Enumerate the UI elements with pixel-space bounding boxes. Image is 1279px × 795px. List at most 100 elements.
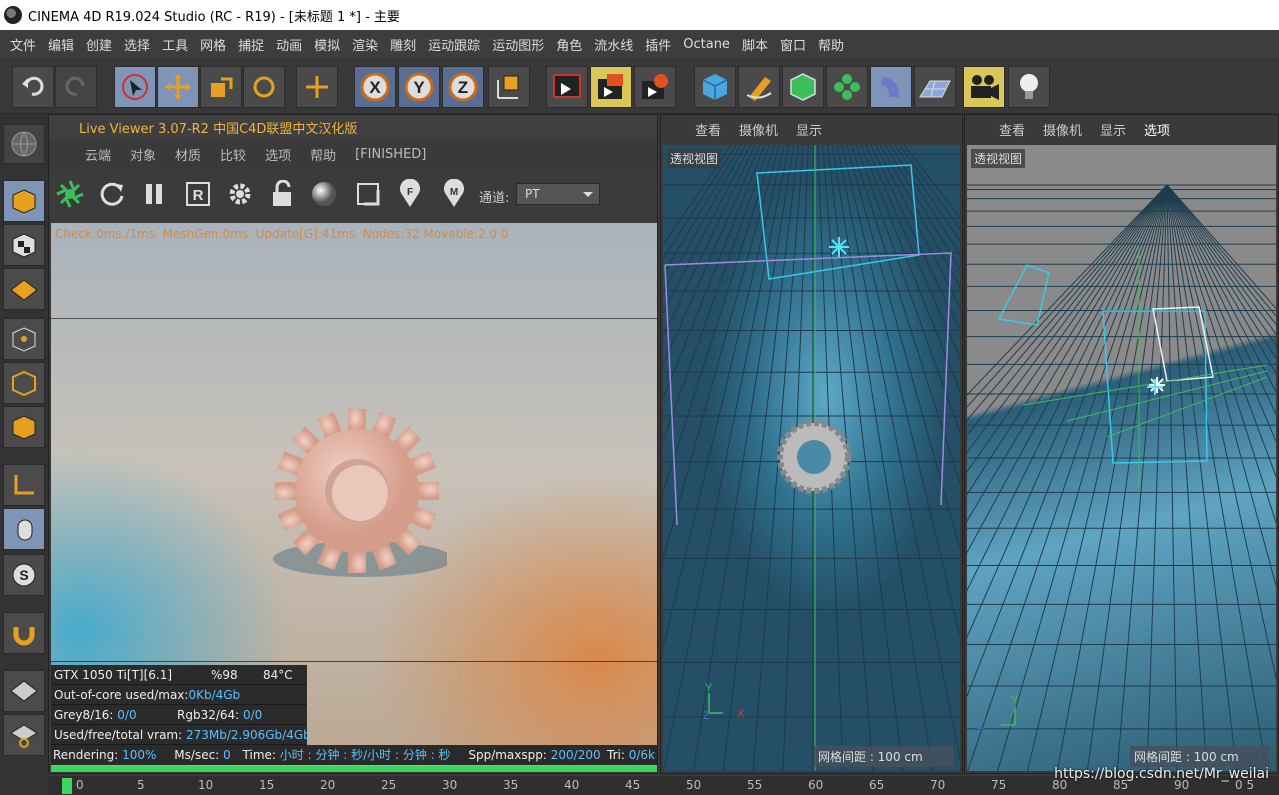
light-button[interactable] (1008, 66, 1050, 108)
tweak-mode-button[interactable] (3, 508, 45, 550)
axis-mode-button[interactable] (3, 464, 45, 506)
move-tool-button[interactable] (157, 66, 199, 108)
edges-mode-button[interactable] (3, 362, 45, 404)
polygons-mode-button[interactable] (3, 406, 45, 448)
y-axis-lock-button[interactable]: Y (398, 66, 440, 108)
model-cube-icon (12, 189, 36, 214)
clapper-render-icon (598, 74, 623, 99)
pen-spline-button[interactable] (738, 66, 780, 108)
focus-picker-button[interactable]: F (393, 177, 427, 211)
menu-edit[interactable]: 编辑 (42, 35, 80, 54)
pause-render-button[interactable] (137, 177, 171, 211)
vp-a-menu-camera[interactable]: 摄像机 (739, 120, 778, 139)
render-to-picture-viewer-button[interactable] (590, 66, 632, 108)
lv-menu-compare[interactable]: 比较 (220, 145, 246, 164)
scale-tool-button[interactable] (200, 66, 242, 108)
menu-help[interactable]: 帮助 (812, 35, 850, 54)
menu-plugins[interactable]: 插件 (639, 35, 677, 54)
vp-b-menu-camera[interactable]: 摄像机 (1043, 120, 1082, 139)
lv-menu-cloud[interactable]: 云端 (85, 145, 111, 164)
menu-simulate[interactable]: 模拟 (308, 35, 346, 54)
render-settings-button[interactable] (634, 66, 676, 108)
material-picker-button[interactable]: M (437, 177, 471, 211)
main-toolbar: X Y Z (0, 58, 1279, 114)
rgb-label: Rgb32/64: (177, 708, 240, 722)
menu-character[interactable]: 角色 (550, 35, 588, 54)
material-preview-button[interactable] (307, 177, 341, 211)
workplane-button[interactable] (3, 268, 45, 310)
menu-script[interactable]: 脚本 (736, 35, 774, 54)
cube-primitive-button[interactable] (694, 66, 736, 108)
rendering-label: Rendering: (53, 748, 119, 762)
menu-sculpt[interactable]: 雕刻 (384, 35, 422, 54)
vp-b-menu-options[interactable]: 选项 (1144, 120, 1170, 139)
channel-select[interactable]: PT (516, 183, 600, 205)
menu-render[interactable]: 渲染 (346, 35, 384, 54)
menu-snap[interactable]: 捕捉 (232, 35, 270, 54)
viewport-a-canvas[interactable]: Y X Z 透视视图 网格间距 : 100 cm (663, 145, 960, 771)
checker-cube-icon (12, 233, 36, 258)
z-axis-lock-button[interactable]: Z (442, 66, 484, 108)
frame-icon (357, 183, 380, 206)
menu-file[interactable]: 文件 (4, 35, 42, 54)
edges-cube-icon (12, 370, 36, 397)
menu-octane[interactable]: Octane (677, 37, 736, 52)
clay-mode-button[interactable] (351, 177, 385, 211)
snap-button[interactable] (3, 612, 45, 654)
camera-button[interactable] (963, 66, 1005, 108)
workplane-rotate-button[interactable] (3, 714, 45, 756)
vp-a-menu-view[interactable]: 查看 (695, 120, 721, 139)
vp-b-menu-display[interactable]: 显示 (1100, 120, 1126, 139)
lv-menu-materials[interactable]: 材质 (175, 145, 201, 164)
menu-select[interactable]: 选择 (118, 35, 156, 54)
solo-button[interactable]: S (3, 554, 45, 596)
workplane-lock-button[interactable] (3, 670, 45, 712)
subdivision-surface-button[interactable] (782, 66, 824, 108)
menu-tools[interactable]: 工具 (156, 35, 194, 54)
coordinate-system-button[interactable] (488, 66, 530, 108)
viewport-a-scene: Y X Z (663, 145, 960, 771)
lv-menu-help[interactable]: 帮助 (310, 145, 336, 164)
undo-button[interactable] (12, 66, 54, 108)
cloner-button[interactable] (826, 66, 868, 108)
region-render-button[interactable]: R (181, 177, 215, 211)
render-settings-gear-button[interactable] (223, 177, 257, 211)
menu-motion-tracker[interactable]: 运动跟踪 (422, 35, 486, 54)
grid-line (967, 184, 1168, 771)
menu-window[interactable]: 窗口 (774, 35, 812, 54)
restart-render-button[interactable] (95, 177, 129, 211)
mssec-label: Ms/sec: (174, 748, 220, 762)
region-r-icon: R (186, 182, 210, 206)
octane-start-button[interactable] (53, 177, 87, 211)
timeline-tick: 45 (625, 778, 641, 792)
lv-menu-objects[interactable]: 对象 (130, 145, 156, 164)
menu-create[interactable]: 创建 (80, 35, 118, 54)
points-mode-button[interactable] (3, 318, 45, 360)
app-globe-button[interactable] (3, 124, 45, 164)
timeline-playhead[interactable] (62, 778, 72, 794)
lv-menu-options[interactable]: 选项 (265, 145, 291, 164)
vp-b-menu-view[interactable]: 查看 (999, 120, 1025, 139)
timeline-tick: 0 (76, 778, 84, 792)
model-mode-button[interactable] (3, 180, 45, 222)
menu-mograph[interactable]: 运动图形 (486, 35, 550, 54)
texture-mode-button[interactable] (3, 224, 45, 266)
floor-button[interactable] (914, 66, 956, 108)
viewport-b-canvas[interactable]: Y Z 透视视图 网格间距 : 100 cm (967, 145, 1276, 771)
redo-button[interactable] (55, 66, 97, 108)
y-axis-icon: Y (404, 72, 434, 102)
live-selection-button[interactable] (296, 66, 338, 108)
menu-mesh[interactable]: 网格 (194, 35, 232, 54)
watermark-url: https://blog.csdn.net/Mr_weilai (1054, 766, 1269, 782)
octane-logo-icon (56, 180, 84, 208)
menu-animate[interactable]: 动画 (270, 35, 308, 54)
lock-button[interactable] (265, 177, 299, 211)
vp-a-menu-display[interactable]: 显示 (796, 120, 822, 139)
x-axis-lock-button[interactable]: X (354, 66, 396, 108)
rotate-tool-button[interactable] (243, 66, 285, 108)
select-tool-button[interactable] (114, 66, 156, 108)
deformer-button[interactable] (870, 66, 912, 108)
menu-pipeline[interactable]: 流水线 (588, 35, 639, 54)
grid-line (1166, 184, 1268, 771)
render-view-button[interactable] (546, 66, 588, 108)
